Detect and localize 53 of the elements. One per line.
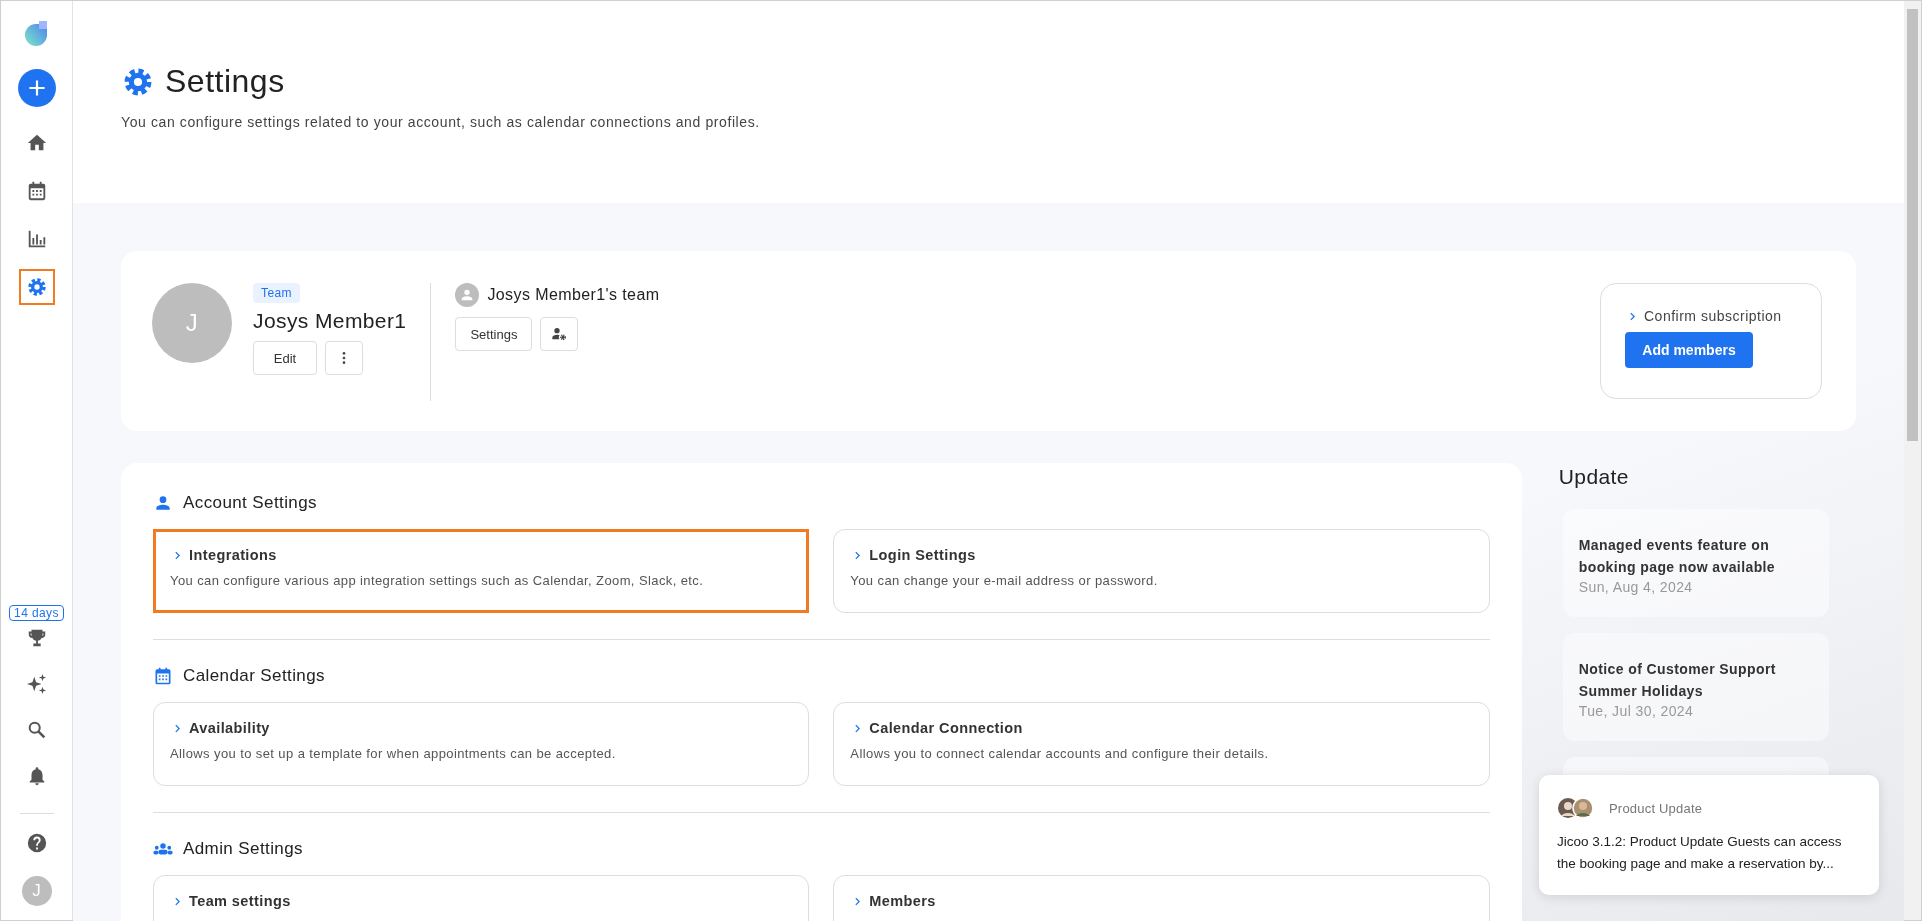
update-card[interactable]: Notice of Customer Support Summer Holidays Tue, Jul 30, 2024 [1562, 633, 1829, 741]
help-icon [25, 832, 48, 854]
toolbar-button[interactable] [25, 673, 48, 695]
section-title: Account Settings [183, 493, 317, 513]
nav-button[interactable] [18, 269, 55, 305]
item-description: You can configure various app integration settings such as Calendar, Zoom, Slack, etc. [170, 573, 705, 588]
scrollbar[interactable] [1904, 1, 1921, 920]
person-icon [153, 493, 173, 513]
trial-badge: 14 days [9, 605, 64, 621]
toast-message: Jicoo 3.1.2: Product Update Guests can access the booking page and make a reservation by... [1557, 833, 1843, 873]
page-title: Settings [165, 63, 285, 100]
avatars-drawing [1557, 797, 1595, 819]
team-settings-button[interactable]: Settings [455, 317, 533, 351]
settings-item[interactable]: Calendar Connection Allows you to connect calendar accounts and configure their details. [833, 702, 1490, 786]
settings-item[interactable]: Login Settings You can change your e-mail address or password. [833, 529, 1490, 613]
user-gear-icon [551, 326, 568, 342]
toast-label: Product Update [1609, 800, 1703, 816]
member-settings-button[interactable] [540, 317, 579, 351]
item-title: Calendar Connection [869, 720, 1023, 736]
update-date: Tue, Jul 30, 2024 [1578, 703, 1695, 719]
update-headline: Notice of Customer Support Summer Holidays [1578, 660, 1777, 701]
item-title: Availability [189, 720, 270, 736]
team-name: Josys Member1's team [487, 286, 660, 304]
settings-item[interactable]: Team settings [153, 875, 810, 921]
team-badge: Team [253, 283, 300, 303]
item-title: Login Settings [869, 547, 976, 563]
item-description: Allows you to connect calendar accounts and configure their details. [850, 746, 1270, 761]
item-description: Allows you to set up a template for when appointments can be accepted. [170, 746, 617, 761]
edit-button[interactable]: Edit [253, 341, 317, 375]
page-subtitle: You can configure settings related to your account, such as calendar connections and profiles. [121, 114, 761, 130]
item-title: Integrations [189, 547, 277, 563]
section-title: Calendar Settings [183, 666, 325, 686]
item-title: Members [869, 893, 936, 909]
create-button[interactable] [17, 69, 56, 107]
item-title: Team settings [189, 893, 291, 909]
notification-toast[interactable]: Product Update Jicoo 3.1.2: Product Update Guests can access the booking page and make a reservation by... [1539, 775, 1879, 895]
update-date: Sun, Aug 4, 2024 [1578, 579, 1694, 595]
settings-item[interactable]: Availability Allows you to set up a template for when appointments can be accepted. [153, 702, 810, 786]
add-members-button[interactable]: Add members [1625, 332, 1753, 368]
settings-item[interactable]: Members [833, 875, 1490, 921]
sparkles-icon [25, 673, 48, 695]
item-description: You can change your e-mail address or password. [850, 573, 1159, 588]
subscription-link[interactable]: Confirm subscription [1625, 308, 1821, 324]
update-title: Update [1558, 465, 1630, 489]
section-title: Admin Settings [183, 839, 303, 859]
settings-item[interactable]: Integrations You can configure various app integration settings such as Calendar, Zoom, Slack, etc. [153, 529, 810, 613]
help-button[interactable] [25, 832, 48, 854]
update-card[interactable]: Managed events feature on booking page now available Sun, Aug 4, 2024 [1562, 509, 1829, 617]
update-headline: Managed events feature on booking page now available [1578, 536, 1777, 577]
profile-name: Josys Member1 [253, 309, 407, 333]
settings-icon [25, 276, 48, 298]
calendar-icon [153, 666, 173, 686]
profile-avatar: J [152, 283, 232, 363]
